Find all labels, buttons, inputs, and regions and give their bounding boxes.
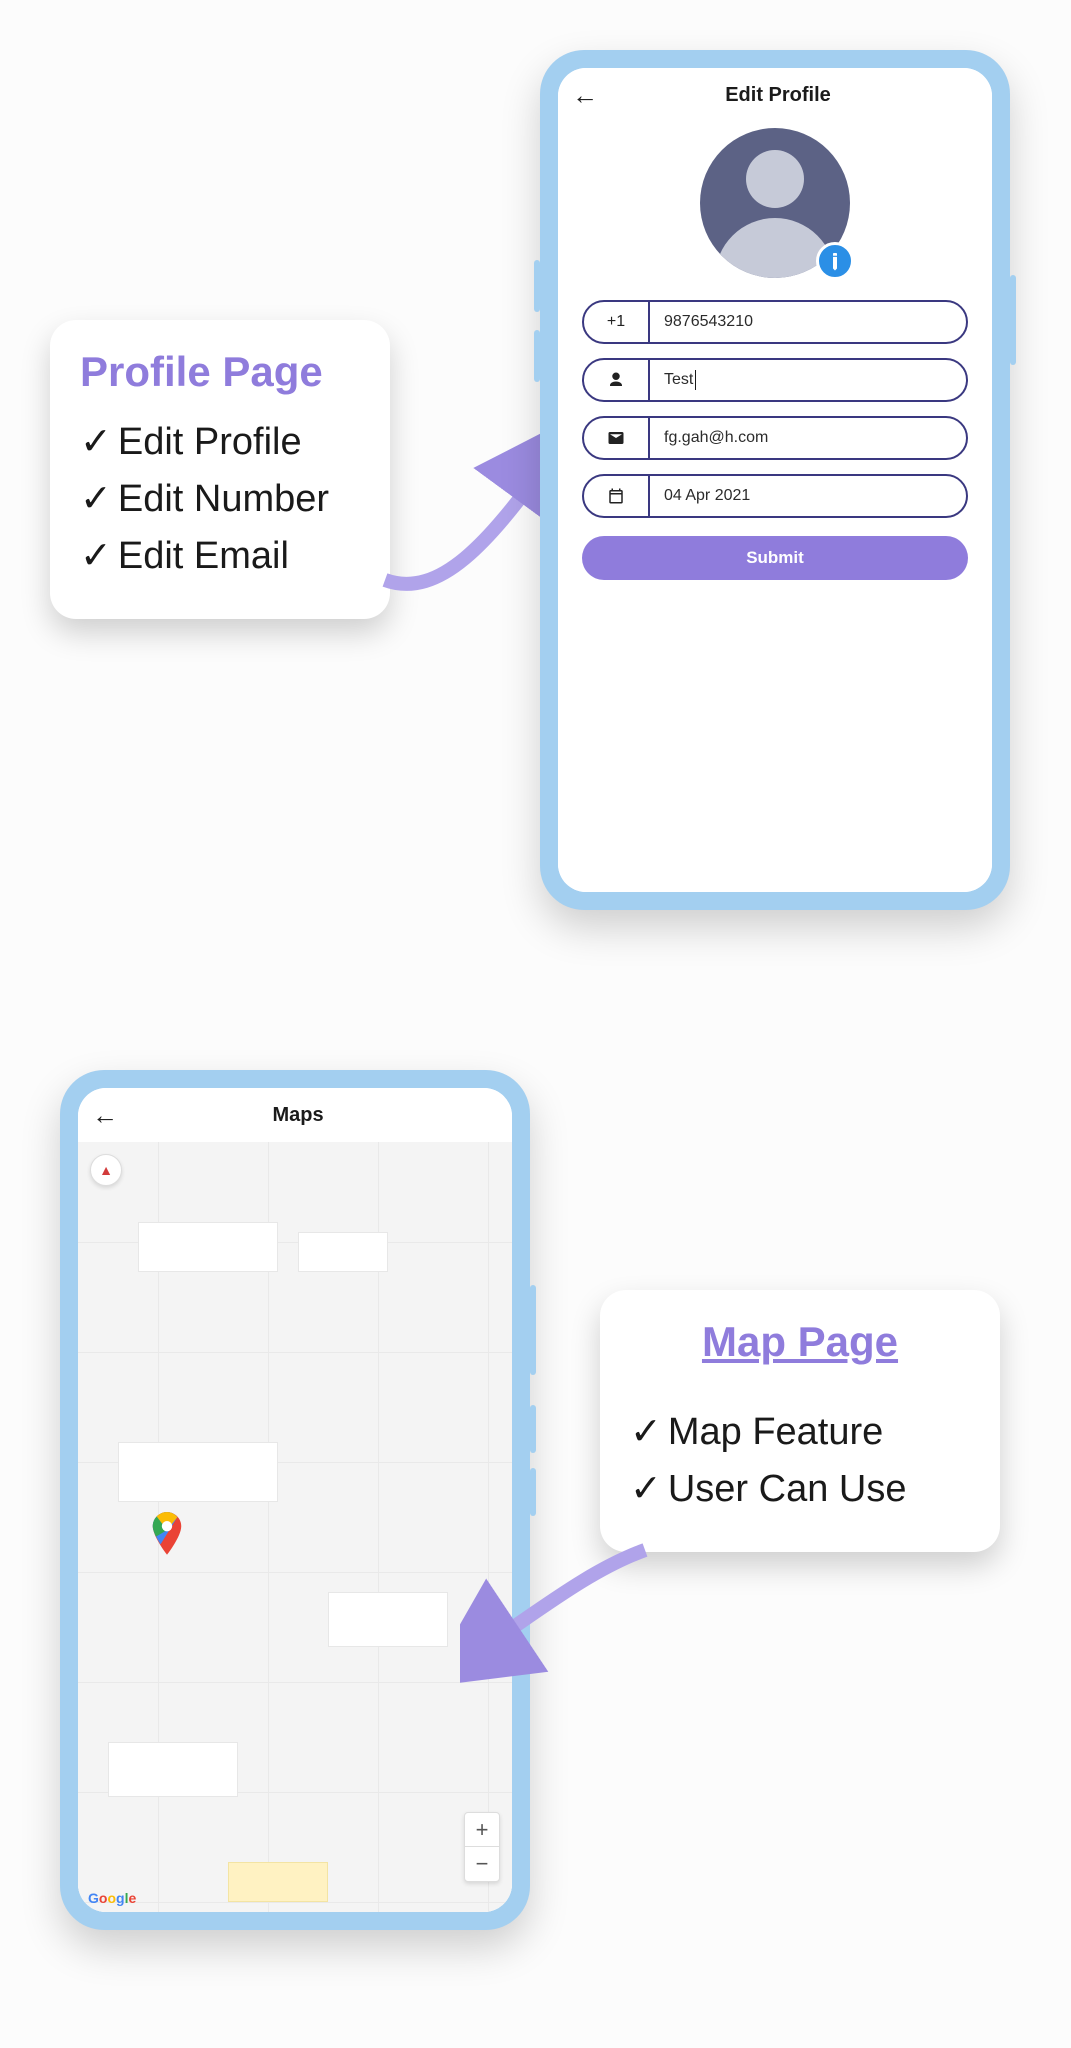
check-icon: ✓ — [80, 414, 112, 471]
page-title: Edit Profile — [578, 84, 978, 107]
check-icon: ✓ — [630, 1404, 662, 1461]
annotation-item: ✓Edit Email — [80, 528, 360, 585]
map-building — [138, 1222, 278, 1272]
phone-mockup-map: ← Maps ▲ + − — [60, 1070, 530, 1930]
pencil-icon — [822, 248, 847, 273]
map-building — [298, 1232, 388, 1272]
profile-annotation-title: Profile Page — [80, 348, 360, 396]
map-building — [328, 1592, 448, 1647]
topbar: ← Maps — [78, 1088, 512, 1142]
submit-button[interactable]: Submit — [582, 536, 968, 580]
map-building — [118, 1442, 278, 1502]
name-value: Test — [650, 370, 966, 390]
phone-mockup-profile: ← Edit Profile +1 9876543210 Test — [540, 50, 1010, 910]
country-code-label[interactable]: +1 — [584, 302, 650, 342]
arrow-to-map-phone — [460, 1530, 660, 1710]
zoom-out-button[interactable]: − — [465, 1847, 499, 1881]
profile-form: +1 9876543210 Test fg.gah@h.com 04 Apr — [558, 300, 992, 580]
phone-side-button — [530, 1285, 536, 1375]
topbar: ← Edit Profile — [558, 68, 992, 122]
email-value: fg.gah@h.com — [650, 429, 966, 447]
zoom-controls: + − — [464, 1812, 500, 1882]
map-attribution: Google — [88, 1890, 136, 1906]
compass-button[interactable]: ▲ — [90, 1154, 122, 1186]
profile-annotation-card: Profile Page ✓Edit Profile ✓Edit Number … — [50, 320, 390, 619]
maps-screen: ← Maps ▲ + − — [78, 1088, 512, 1912]
date-value: 04 Apr 2021 — [650, 487, 966, 505]
annotation-item: ✓User Can Use — [630, 1461, 970, 1518]
map-pin-icon — [150, 1512, 184, 1556]
email-field[interactable]: fg.gah@h.com — [582, 416, 968, 460]
phone-field[interactable]: +1 9876543210 — [582, 300, 968, 344]
annotation-item-label: Edit Profile — [118, 414, 302, 471]
calendar-icon — [584, 476, 650, 516]
annotation-item-label: User Can Use — [668, 1461, 907, 1518]
map-building — [228, 1862, 328, 1902]
annotation-item: ✓Edit Profile — [80, 414, 360, 471]
map-building — [108, 1742, 238, 1797]
check-icon: ✓ — [80, 471, 112, 528]
person-icon — [584, 360, 650, 400]
phone-side-button — [530, 1405, 536, 1453]
mail-icon — [584, 418, 650, 458]
compass-icon: ▲ — [99, 1162, 113, 1178]
annotation-item: ✓Map Feature — [630, 1404, 970, 1461]
phone-side-button — [530, 1468, 536, 1516]
map-annotation-title: Map Page — [630, 1318, 970, 1366]
check-icon: ✓ — [80, 528, 112, 585]
map-canvas[interactable]: ▲ + − Google — [78, 1142, 512, 1912]
phone-side-button — [534, 330, 540, 382]
page-title: Maps — [98, 1104, 498, 1127]
check-icon: ✓ — [630, 1461, 662, 1518]
phone-side-button — [534, 260, 540, 312]
phone-value: 9876543210 — [650, 313, 966, 331]
name-field[interactable]: Test — [582, 358, 968, 402]
date-field[interactable]: 04 Apr 2021 — [582, 474, 968, 518]
phone-side-button — [1010, 275, 1016, 365]
edit-avatar-button[interactable] — [816, 242, 854, 280]
annotation-item-label: Edit Number — [118, 471, 329, 528]
text-cursor — [695, 370, 696, 390]
annotation-item-label: Map Feature — [668, 1404, 883, 1461]
annotation-item-label: Edit Email — [118, 528, 289, 585]
zoom-in-button[interactable]: + — [465, 1813, 499, 1847]
map-annotation-card: Map Page ✓Map Feature ✓User Can Use — [600, 1290, 1000, 1552]
annotation-item: ✓Edit Number — [80, 471, 360, 528]
edit-profile-screen: ← Edit Profile +1 9876543210 Test — [558, 68, 992, 892]
avatar-container — [558, 128, 992, 278]
